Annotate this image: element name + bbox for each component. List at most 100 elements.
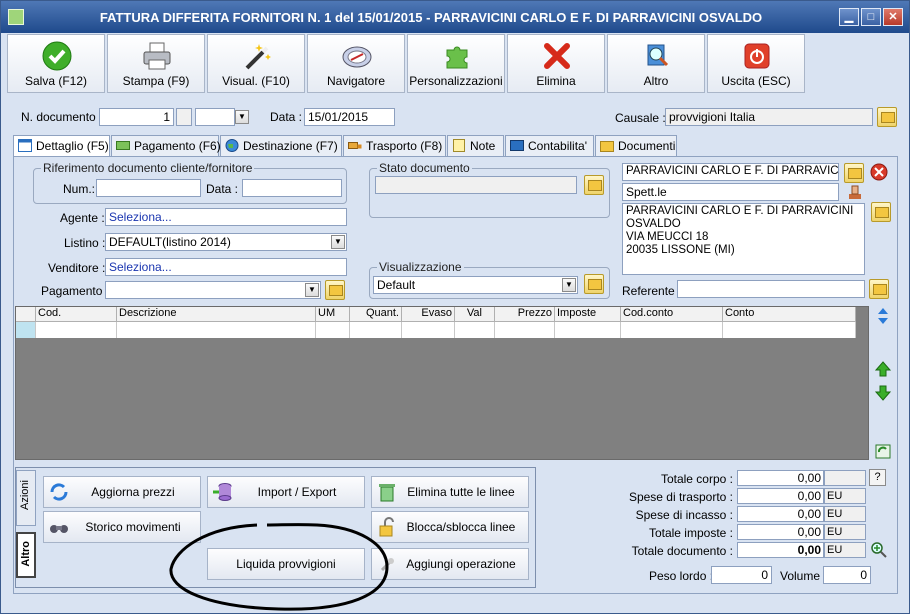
doc-series-select[interactable]: [195, 108, 235, 126]
button-label: Import / Export: [257, 485, 337, 499]
preview-button[interactable]: Visual. (F10): [207, 34, 305, 93]
more-button[interactable]: Altro: [607, 34, 705, 93]
table-cell[interactable]: [495, 322, 555, 338]
stato-input[interactable]: [375, 176, 577, 194]
table-cell[interactable]: [455, 322, 495, 338]
tab-label: Pagamento (F6): [134, 139, 221, 153]
table-cell[interactable]: [316, 322, 350, 338]
table-cell[interactable]: [555, 322, 621, 338]
tab-documenti[interactable]: Documenti: [595, 135, 677, 156]
address-line: OSVALDO: [626, 218, 681, 230]
navigator-button[interactable]: Navigatore: [307, 34, 405, 93]
lines-grid[interactable]: Cod. Descrizione UM Quant. Evaso Val Pre…: [15, 306, 869, 460]
update-prices-button[interactable]: Aggiorna prezzi: [43, 476, 201, 508]
table-cell[interactable]: [36, 322, 117, 338]
visual-select[interactable]: Default: [373, 276, 578, 294]
move-up-icon[interactable]: [874, 360, 892, 378]
exit-button[interactable]: Uscita (ESC): [707, 34, 805, 93]
import-export-button[interactable]: Import / Export: [207, 476, 365, 508]
folder-icon[interactable]: [325, 280, 345, 300]
column-header[interactable]: Val: [455, 307, 495, 322]
folder-icon[interactable]: [844, 163, 864, 183]
maximize-button[interactable]: □: [861, 8, 881, 26]
table-cell[interactable]: [402, 322, 455, 338]
tab-dettaglio[interactable]: Dettaglio (F5): [13, 135, 110, 158]
column-header[interactable]: UM: [316, 307, 350, 322]
checkmark-icon: [42, 41, 72, 71]
note-icon: [453, 139, 465, 152]
tab-note[interactable]: Note: [447, 135, 504, 156]
agente-input[interactable]: Seleziona...: [105, 208, 347, 226]
row-indicator-header: [16, 307, 36, 322]
venditore-input[interactable]: Seleziona...: [105, 258, 347, 276]
close-window-button[interactable]: ✕: [883, 8, 903, 26]
table-cell[interactable]: [350, 322, 402, 338]
customizations-button[interactable]: Personalizzazioni: [407, 34, 505, 93]
move-down-icon[interactable]: [874, 384, 892, 402]
sort-arrows-icon[interactable]: [874, 307, 892, 325]
row-indicator[interactable]: [16, 322, 36, 338]
table-row[interactable]: [16, 322, 856, 338]
delete-button[interactable]: Elimina: [507, 34, 605, 93]
doc-number-spin[interactable]: [176, 108, 192, 126]
column-header[interactable]: Imposte: [555, 307, 621, 322]
chevron-down-icon[interactable]: ▼: [562, 278, 576, 292]
column-header[interactable]: Quant.: [350, 307, 402, 322]
table-cell[interactable]: [621, 322, 723, 338]
referente-input[interactable]: [677, 280, 865, 298]
customer-name-input[interactable]: PARRAVICINI CARLO E F. DI PARRAVICINI: [622, 163, 839, 181]
date-input[interactable]: 15/01/2015: [304, 108, 395, 126]
pagamento-select[interactable]: [105, 281, 321, 299]
minimize-button[interactable]: ▁: [839, 8, 859, 26]
tab-destinazione[interactable]: Destinazione (F7): [220, 135, 342, 156]
date-label: Data :: [270, 110, 303, 124]
search-book-icon: [647, 44, 669, 67]
folder-icon[interactable]: [584, 274, 604, 294]
refresh-sheet-icon[interactable]: [874, 442, 892, 460]
folder-icon[interactable]: [877, 107, 897, 127]
column-header[interactable]: Evaso: [402, 307, 455, 322]
save-button[interactable]: Salva (F12): [7, 34, 105, 93]
folder-icon[interactable]: [871, 202, 891, 222]
table-cell[interactable]: [723, 322, 856, 338]
folder-icon[interactable]: [584, 175, 604, 195]
chevron-down-icon[interactable]: ▼: [331, 235, 345, 249]
vtab-altro[interactable]: Altro: [16, 532, 36, 578]
salutation-input[interactable]: Spett.le: [622, 183, 839, 201]
rif-num-input[interactable]: [96, 179, 201, 197]
chevron-down-icon[interactable]: ▼: [235, 110, 249, 124]
listino-select[interactable]: DEFAULT(listino 2014): [105, 233, 347, 251]
lock-unlock-lines-button[interactable]: Blocca/sblocca linee: [371, 511, 529, 543]
stamp-icon[interactable]: [846, 183, 864, 201]
totale-corpo-label: Totale corpo :: [660, 472, 733, 486]
table-cell[interactable]: [117, 322, 316, 338]
currency-label: EU: [824, 524, 866, 540]
peso-input[interactable]: 0: [711, 566, 772, 584]
vtab-azioni[interactable]: Azioni: [16, 470, 36, 526]
tab-trasporto[interactable]: Trasporto (F8): [343, 135, 446, 156]
delete-all-lines-button[interactable]: Elimina tutte le linee: [371, 476, 529, 508]
chevron-down-icon[interactable]: ▼: [305, 283, 319, 297]
customer-address[interactable]: PARRAVICINI CARLO E F. DI PARRAVICINI OS…: [622, 203, 865, 275]
trasporto-input[interactable]: 0,00: [737, 488, 824, 504]
print-button[interactable]: Stampa (F9): [107, 34, 205, 93]
column-header[interactable]: Prezzo: [495, 307, 555, 322]
column-header[interactable]: Descrizione: [117, 307, 316, 322]
rif-date-input[interactable]: [242, 179, 342, 197]
causale-input[interactable]: provvigioni Italia: [665, 108, 873, 126]
tab-contabilita[interactable]: Contabilita': [505, 135, 594, 156]
tab-pagamento[interactable]: Pagamento (F6): [111, 135, 221, 156]
incasso-input[interactable]: 0,00: [737, 506, 824, 522]
remove-icon[interactable]: [870, 163, 888, 181]
column-header[interactable]: Cod.conto: [621, 307, 723, 322]
print-label: Stampa (F9): [122, 74, 190, 88]
help-button[interactable]: ?: [869, 469, 886, 486]
main-window: FATTURA DIFFERITA FORNITORI N. 1 del 15/…: [0, 0, 910, 614]
doc-number-input[interactable]: 1: [99, 108, 174, 126]
add-operation-button[interactable]: Aggiungi operazione: [371, 548, 529, 580]
zoom-plus-icon[interactable]: [870, 541, 888, 559]
folder-icon[interactable]: [869, 279, 889, 299]
column-header[interactable]: Cod.: [36, 307, 117, 322]
column-header[interactable]: Conto: [723, 307, 856, 322]
volume-input[interactable]: 0: [823, 566, 871, 584]
